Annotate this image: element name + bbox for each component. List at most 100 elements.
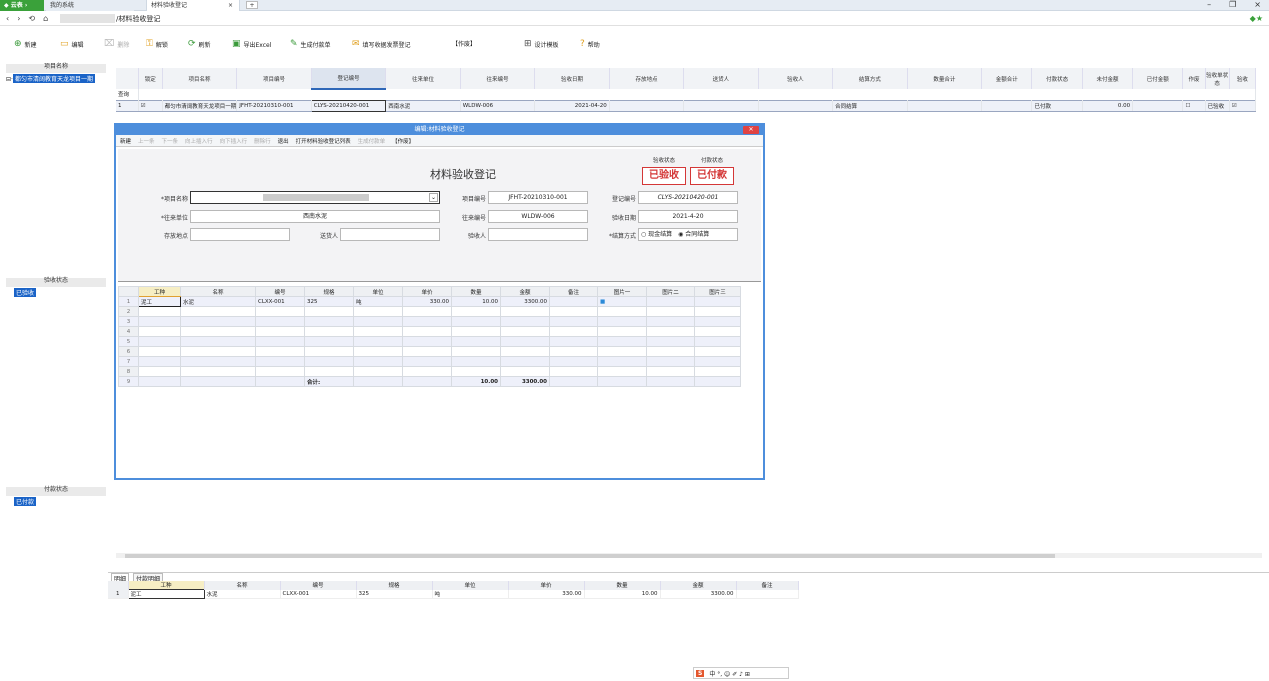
cell[interactable] xyxy=(180,356,256,367)
help-button[interactable]: ? 帮助 xyxy=(580,39,600,49)
detail-header[interactable]: 名称 xyxy=(204,581,281,590)
add-tab-button[interactable]: + xyxy=(246,1,258,9)
open-list-button[interactable]: 打开材料验收登记列表 xyxy=(296,137,351,145)
invoice-register-button[interactable]: ✉ 填写收据发票登记 xyxy=(352,39,411,49)
cell[interactable] xyxy=(694,306,741,317)
new-button[interactable]: ⊕ 新建 xyxy=(14,39,37,49)
cell[interactable] xyxy=(597,316,647,327)
cell-image2[interactable] xyxy=(646,296,695,307)
detail-header[interactable]: 数量 xyxy=(584,581,661,590)
grid-header[interactable]: 图片一 xyxy=(597,286,647,297)
check-status-item[interactable]: 已验收 xyxy=(6,288,106,297)
grid-header[interactable]: 锁定 xyxy=(138,68,163,89)
edit-button[interactable]: ▭ 编辑 xyxy=(60,39,84,49)
dialog-close-icon[interactable]: ✕ xyxy=(743,126,759,134)
cell[interactable] xyxy=(255,346,305,357)
grid-header[interactable]: 付款状态 xyxy=(1031,68,1083,89)
place-field[interactable] xyxy=(190,228,290,241)
cell[interactable] xyxy=(304,306,354,317)
cell-settle[interactable]: 合同结算 xyxy=(832,99,908,112)
cell[interactable] xyxy=(549,326,598,337)
cell-unit[interactable]: 吨 xyxy=(432,589,509,599)
grid-header[interactable] xyxy=(116,68,139,89)
cell[interactable] xyxy=(597,356,647,367)
detail-header[interactable]: 工种 xyxy=(128,581,205,590)
cell[interactable] xyxy=(138,346,181,357)
tab-brand[interactable]: ◆ 云表 › xyxy=(0,0,44,11)
cell[interactable] xyxy=(304,366,354,377)
ime-logo-icon[interactable]: S xyxy=(696,669,705,677)
cell[interactable] xyxy=(597,366,647,377)
cell[interactable] xyxy=(646,356,695,367)
cell-qty[interactable] xyxy=(907,99,983,112)
grid-header[interactable]: 存放地点 xyxy=(609,68,685,89)
cell[interactable] xyxy=(597,306,647,317)
cell[interactable] xyxy=(646,316,695,327)
cell[interactable] xyxy=(451,316,501,327)
cell[interactable] xyxy=(304,356,354,367)
cell[interactable] xyxy=(138,366,181,377)
detail-row[interactable]: 1 泥工 水泥 CLXX-001 325 吨 330.00 10.00 3300… xyxy=(108,589,799,599)
detail-grid-row[interactable]: 1 泥工 水泥 CLXX-001 325 吨 330.00 10.00 3300… xyxy=(118,296,741,307)
cell[interactable] xyxy=(180,316,256,327)
grid-header[interactable]: 项目编号 xyxy=(236,68,312,89)
cell[interactable] xyxy=(694,346,741,357)
cell-paid[interactable] xyxy=(1132,99,1184,112)
cell-check-status[interactable]: 已验收 xyxy=(1205,99,1230,112)
refresh-button[interactable]: ⟳ 刷新 xyxy=(188,39,211,49)
grid-header[interactable]: 金额 xyxy=(500,286,550,297)
favorite-icon[interactable]: ◆★ xyxy=(1250,14,1263,23)
cell[interactable] xyxy=(646,336,695,347)
cell[interactable] xyxy=(694,366,741,377)
cell-place[interactable] xyxy=(609,99,685,112)
cell[interactable] xyxy=(500,326,550,337)
cell[interactable] xyxy=(597,326,647,337)
cell[interactable] xyxy=(180,326,256,337)
cell-price[interactable]: 330.00 xyxy=(402,296,452,307)
cell[interactable] xyxy=(402,366,452,377)
radio-cash[interactable]: ○ 现金结算 xyxy=(641,231,672,238)
cell[interactable] xyxy=(255,366,305,377)
cell-amount[interactable] xyxy=(981,99,1033,112)
cell[interactable] xyxy=(255,326,305,337)
window-close-icon[interactable]: × xyxy=(1254,0,1261,11)
tab-material-check[interactable]: 材料验收登记 × xyxy=(146,0,240,11)
cell[interactable] xyxy=(451,336,501,347)
project-select[interactable]: ⌄ xyxy=(190,191,440,204)
exit-button[interactable]: 退出 xyxy=(278,137,289,145)
detail-grid-row[interactable]: 7 xyxy=(118,356,741,367)
detail-header[interactable]: 金额 xyxy=(660,581,737,590)
grid-header[interactable]: 金额合计 xyxy=(981,68,1033,89)
cell[interactable] xyxy=(255,356,305,367)
cell[interactable] xyxy=(255,336,305,347)
cell-project-no[interactable]: JFHT-20210310-001 xyxy=(236,99,312,112)
dialog-new-button[interactable]: 新建 xyxy=(120,137,131,145)
cell[interactable] xyxy=(402,316,452,327)
home-icon[interactable]: ⌂ xyxy=(43,14,48,23)
cell[interactable] xyxy=(549,366,598,377)
cell[interactable] xyxy=(180,366,256,377)
cell[interactable] xyxy=(549,356,598,367)
grid-header[interactable]: 未付金额 xyxy=(1082,68,1134,89)
export-excel-button[interactable]: ▣ 导出Excel xyxy=(232,39,271,49)
grid-header[interactable]: 结算方式 xyxy=(832,68,908,89)
grid-header[interactable]: 登记编号 xyxy=(311,68,387,90)
cell[interactable] xyxy=(646,366,695,377)
grid-header[interactable]: 验收 xyxy=(1229,68,1257,89)
cell[interactable] xyxy=(500,306,550,317)
grid-header[interactable]: 送货人 xyxy=(683,68,759,89)
cell[interactable] xyxy=(304,316,354,327)
table-row[interactable]: 1 ☑ 都匀市清阔教育天龙项目一期 JFHT-20210310-001 CLYS… xyxy=(116,99,1257,112)
cell[interactable] xyxy=(353,346,403,357)
lock-checkbox[interactable]: ☑ xyxy=(138,99,163,112)
detail-header[interactable]: 单价 xyxy=(508,581,585,590)
grid-header[interactable]: 作废 xyxy=(1182,68,1206,89)
radio-contract[interactable]: ◉ 合同结算 xyxy=(678,231,709,238)
cell-remark[interactable] xyxy=(736,589,799,599)
cell-pay-status[interactable]: 已付款 xyxy=(1031,99,1083,112)
ime-toolbar[interactable]: S 中 °, ☺ ✐ ♪ ⊞ xyxy=(693,667,789,679)
void-checkbox[interactable]: ☐ xyxy=(1182,99,1206,112)
cell[interactable] xyxy=(451,306,501,317)
grid-header[interactable]: 规格 xyxy=(304,286,354,297)
detail-grid-row[interactable]: 8 xyxy=(118,366,741,377)
